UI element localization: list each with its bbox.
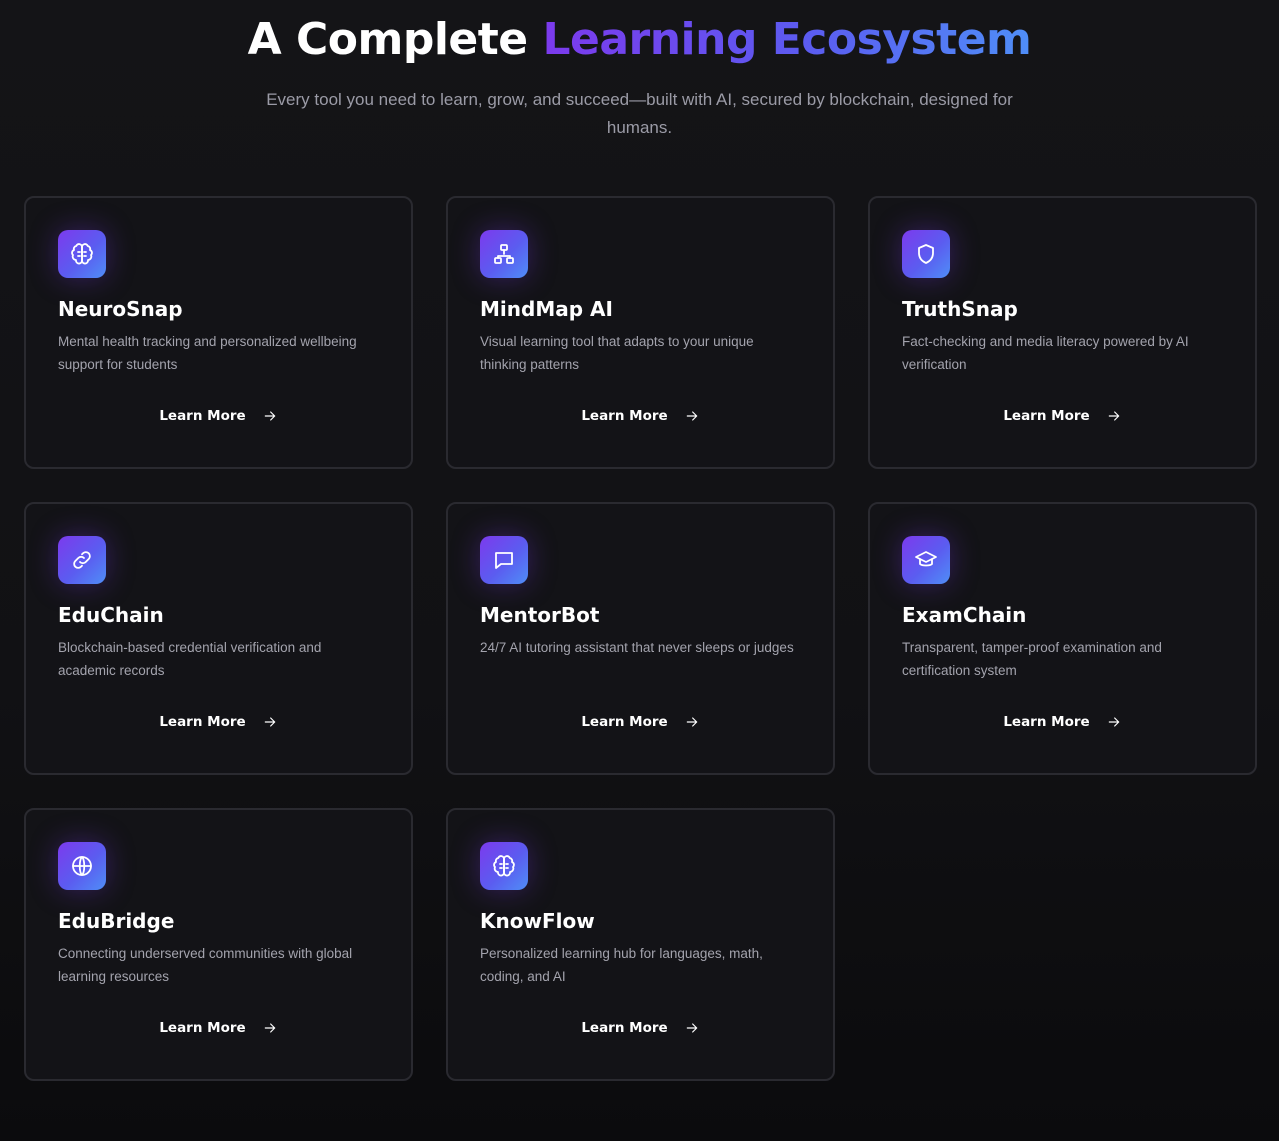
card-title: ExamChain (902, 603, 1027, 627)
card-description: 24/7 AI tutoring assistant that never sl… (480, 640, 794, 655)
page-title: A Complete Learning Ecosystem (0, 12, 1279, 68)
learn-more-link[interactable]: Learn More (448, 714, 833, 730)
network-icon (480, 230, 528, 278)
arrow-right-icon (1108, 717, 1119, 727)
card-description: Transparent, tamper-proof examination an… (902, 640, 1162, 678)
title-gradient: Learning Ecosystem (542, 14, 1032, 65)
feature-card-mentorbot: MentorBot 24/7 AI tutoring assistant tha… (446, 502, 835, 775)
feature-card-edubridge: EduBridge Connecting underserved communi… (24, 808, 413, 1081)
card-description: Connecting underserved communities with … (58, 946, 353, 984)
card-description: Mental health tracking and personalized … (58, 334, 357, 372)
learn-more-link[interactable]: Learn More (26, 408, 411, 424)
arrow-right-icon (686, 717, 697, 727)
learn-more-label: Learn More (159, 408, 246, 424)
learn-more-label: Learn More (581, 1020, 668, 1036)
arrow-right-icon (686, 411, 697, 421)
arrow-right-icon (1108, 411, 1119, 421)
card-title: EduBridge (58, 909, 175, 933)
feature-card-examchain: ExamChain Transparent, tamper-proof exam… (868, 502, 1257, 775)
link-icon (58, 536, 106, 584)
features-page: A Complete Learning Ecosystem Every tool… (0, 0, 1279, 1141)
learn-more-link[interactable]: Learn More (26, 1020, 411, 1036)
learn-more-link[interactable]: Learn More (448, 1020, 833, 1036)
learn-more-link[interactable]: Learn More (870, 714, 1255, 730)
card-title: NeuroSnap (58, 297, 183, 321)
arrow-right-icon (264, 1023, 275, 1033)
learn-more-label: Learn More (581, 408, 668, 424)
arrow-right-icon (264, 717, 275, 727)
graduation-cap-icon (902, 536, 950, 584)
learn-more-label: Learn More (581, 714, 668, 730)
learn-more-link[interactable]: Learn More (26, 714, 411, 730)
card-title: KnowFlow (480, 909, 595, 933)
globe-icon (58, 842, 106, 890)
learn-more-link[interactable]: Learn More (448, 408, 833, 424)
card-title: MindMap AI (480, 297, 613, 321)
title-plain: A Complete (247, 14, 543, 65)
feature-card-truthsnap: TruthSnap Fact-checking and media litera… (868, 196, 1257, 469)
arrow-right-icon (264, 411, 275, 421)
hero-section: A Complete Learning Ecosystem Every tool… (0, 12, 1279, 142)
learn-more-link[interactable]: Learn More (870, 408, 1255, 424)
card-description: Visual learning tool that adapts to your… (480, 334, 754, 372)
arrow-right-icon (686, 1023, 697, 1033)
shield-icon (902, 230, 950, 278)
learn-more-label: Learn More (1003, 714, 1090, 730)
card-title: EduChain (58, 603, 164, 627)
card-title: MentorBot (480, 603, 600, 627)
card-description: Fact-checking and media literacy powered… (902, 334, 1189, 372)
feature-card-educhain: EduChain Blockchain-based credential ver… (24, 502, 413, 775)
feature-card-mindmap-ai: MindMap AI Visual learning tool that ada… (446, 196, 835, 469)
card-description: Personalized learning hub for languages,… (480, 946, 763, 984)
chat-icon (480, 536, 528, 584)
brain-icon (58, 230, 106, 278)
card-title: TruthSnap (902, 297, 1018, 321)
feature-card-neurosnap: NeuroSnap Mental health tracking and per… (24, 196, 413, 469)
brain-icon (480, 842, 528, 890)
card-description: Blockchain-based credential verification… (58, 640, 322, 678)
feature-card-knowflow: KnowFlow Personalized learning hub for l… (446, 808, 835, 1081)
page-subtitle: Every tool you need to learn, grow, and … (266, 90, 1013, 137)
learn-more-label: Learn More (159, 714, 246, 730)
feature-grid: NeuroSnap Mental health tracking and per… (24, 196, 1257, 1081)
learn-more-label: Learn More (159, 1020, 246, 1036)
learn-more-label: Learn More (1003, 408, 1090, 424)
